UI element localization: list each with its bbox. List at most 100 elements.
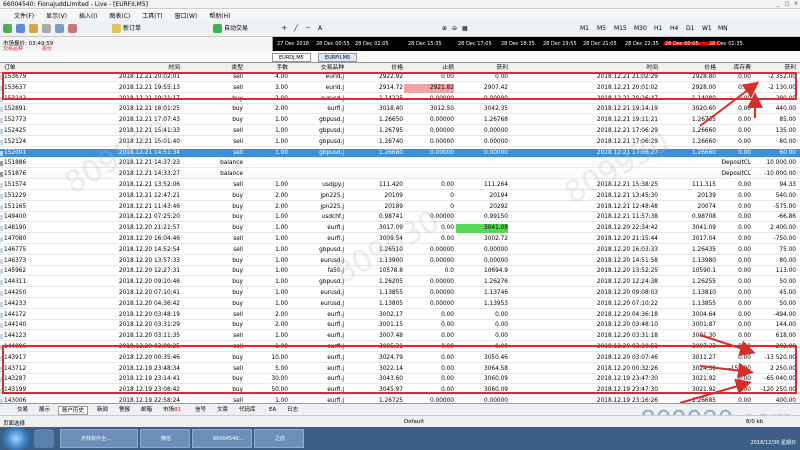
tab-signals[interactable]: 信号 (192, 406, 209, 415)
table-row[interactable]: 143287 2018.12.19 23:14:41 buy 30.00 eurfi.j… (0, 375, 800, 385)
maximize-icon[interactable]: □ (783, 1, 791, 8)
tf-mn[interactable]: MN (718, 23, 728, 34)
market-watch-icon[interactable] (29, 23, 40, 34)
new-chart-icon[interactable] (3, 23, 14, 34)
column-header[interactable]: 手数 (246, 64, 288, 73)
tester-icon[interactable] (68, 23, 79, 34)
table-row[interactable]: 151229 2018.12.21 12:47:21 buy 2.00 jpn225.j… (0, 192, 800, 201)
profiles-icon[interactable] (16, 23, 27, 34)
table-row[interactable]: 144233 2018.12.20 04:36:42 buy 1.00 eurusd.j… (0, 300, 800, 309)
tab-market[interactable]: 市场81 (160, 406, 184, 415)
chart-tab-active[interactable]: EURFII,M5 (318, 53, 358, 62)
tab-code-base[interactable]: 代码库 (236, 406, 259, 415)
tab-news[interactable]: 新闻 (94, 406, 111, 415)
column-header[interactable]: 获利 (456, 64, 508, 73)
column-header[interactable]: 止损 (404, 64, 454, 73)
tab-mailbox[interactable]: 邮箱 (138, 406, 155, 415)
taskbar-app-1[interactable]: 杰林软件全... (60, 429, 138, 448)
tab-exposure[interactable]: 展示 (36, 406, 53, 415)
column-header[interactable]: 交易品种 (292, 64, 344, 73)
taskbar-app-mt4[interactable]: 66004540:... (192, 429, 252, 448)
menu-help[interactable]: 帮助(H) (209, 11, 230, 20)
column-header[interactable]: 类型 (183, 64, 243, 73)
table-row[interactable]: 146775 2018.12.20 14:52:54 sell 1.00 gbpusd.… (0, 246, 800, 255)
zoom-out-icon[interactable]: ⊖ (452, 23, 457, 34)
tf-m5[interactable]: M5 (597, 23, 606, 34)
table-row[interactable]: 143199 2018.12.19 23:08:42 buy 50.00 eurfi.j… (0, 386, 800, 396)
terminal-icon[interactable] (55, 23, 66, 34)
table-row[interactable]: 144172 2018.12.20 03:48:19 sell 2.00 eurfi.j… (0, 311, 800, 320)
table-row[interactable]: 153679 2018.12.21 20:02:01 sell 4.00 eurid.j… (0, 73, 800, 82)
tab-journal[interactable]: 日志 (284, 406, 301, 415)
taskbar-app-wechat[interactable]: 微信 (140, 429, 190, 448)
account-history-table: 订单 时间 类型 手数 交易品种 价格 止损 获利 时间 价格 库存费 获利 153679 2018.1… (0, 63, 800, 406)
menu-window[interactable]: 窗口(W) (175, 11, 198, 20)
table-row[interactable]: 143712 2018.12.19 23:48:34 sell 5.00 eurfi.j… (0, 365, 800, 374)
table-row[interactable]: 143917 2018.12.20 00:35:46 buy 10.00 eurfi.j… (0, 354, 800, 363)
tf-h4[interactable]: H4 (670, 23, 678, 34)
menu-view[interactable]: 显示(V) (46, 11, 67, 20)
table-row[interactable]: 146373 2018.12.20 13:57:33 buy 1.00 eurusd.j… (0, 257, 800, 266)
tf-w1[interactable]: W1 (702, 23, 712, 34)
column-header[interactable]: 获利 (752, 64, 796, 73)
table-row[interactable]: 147080 2018.12.20 16:04:46 sell 1.00 eurfi.j… (0, 235, 800, 244)
menu-insert[interactable]: 插入(I) (79, 11, 97, 20)
table-row[interactable]: 144140 2018.12.20 03:31:29 buy 2.00 eurfi.j 3… (0, 321, 800, 331)
table-cell: eurusd.j (320, 95, 344, 102)
tf-m1[interactable]: M1 (580, 23, 589, 34)
auto-trade-button[interactable]: 自动交易 (213, 23, 248, 34)
minimize-icon[interactable]: _ (774, 1, 782, 8)
table-row[interactable]: 151876 2018.12.21 14:33:27 balance DepositC… (0, 170, 800, 180)
table-row[interactable]: 152425 2018.12.21 15:41:33 sell 1.00 gbpusd.… (0, 127, 800, 136)
menu-tools[interactable]: 工具(T) (142, 11, 162, 20)
table-row[interactable]: 144096 2018.12.20 03:08:25 sell 1.00 eurfi.j… (0, 343, 800, 352)
table-row[interactable]: 152773 2018.12.21 17:07:43 buy 1.00 gbpusd.j… (0, 116, 800, 126)
column-header[interactable]: 时间 (546, 64, 658, 73)
text-tool-icon[interactable]: A (318, 23, 322, 34)
column-header[interactable]: 时间 (60, 64, 180, 73)
table-row[interactable]: 151165 2018.12.21 11:43:46 buy 2.00 jpn225.j… (0, 203, 800, 212)
crosshair-icon[interactable]: ✛ (282, 23, 287, 34)
tab-experts[interactable]: EA (266, 406, 279, 415)
table-row[interactable]: 153243 2018.12.21 19:21:17 buy 2.00 eurusd.j… (0, 95, 800, 104)
taskbar-app-4[interactable]: 之前 (254, 429, 304, 448)
table-row[interactable]: 151886 2018.12.21 14:37:23 balance DepositC… (0, 159, 800, 169)
chart-tab[interactable]: EURDJ,M5 (272, 53, 311, 62)
tf-m15[interactable]: M15 (614, 23, 627, 34)
tf-d1[interactable]: D1 (686, 23, 694, 34)
table-row[interactable]: 148190 2018.12.20 21:21:57 buy 1.00 eurfi.j 3… (0, 224, 800, 234)
hline-tool-icon[interactable]: ─ (306, 23, 310, 34)
new-order-button[interactable]: 新订单 (112, 23, 141, 34)
close-icon[interactable]: × (792, 1, 800, 8)
menu-chart[interactable]: 图表(C) (109, 11, 130, 20)
navigator-icon[interactable] (42, 23, 53, 34)
taskbar-icon[interactable] (34, 429, 54, 448)
column-header[interactable]: 库存费 (717, 64, 751, 73)
tab-account-history[interactable]: 账户历史 (58, 406, 89, 415)
price-chart[interactable]: 27 Dec 2018 28 Dec 00:55 28 Dec 02:05 28… (273, 37, 800, 51)
table-row[interactable]: 144250 2018.12.20 07:10:41 buy 1.00 eurusd.j… (0, 289, 800, 298)
tf-h1[interactable]: H1 (654, 23, 662, 34)
table-row[interactable]: 151574 2018.12.21 13:52:06 sell 1.00 usdjpy.… (0, 181, 800, 190)
start-button[interactable] (2, 427, 30, 450)
zoom-in-icon[interactable]: ⊕ (442, 23, 447, 34)
table-row[interactable]: 152891 2018.12.21 18:01:25 buy 2.00 eurfi.j 3… (0, 105, 800, 115)
table-row[interactable]: 144123 2018.12.20 03:11:35 sell 1.00 eurfi.j… (0, 332, 800, 342)
column-header[interactable]: 价格 (347, 64, 403, 73)
tab-trade[interactable]: 交易 (14, 406, 31, 415)
table-row[interactable]: 152001 2018.12.21 14:51:34 sell 1.00 gbpusd.… (0, 148, 800, 158)
grid-icon[interactable]: ▦ (462, 23, 468, 34)
table-row[interactable]: 144311 2018.12.20 09:10:46 buy 1.00 gbpusd.j… (0, 278, 800, 288)
tf-m30[interactable]: M30 (634, 23, 647, 34)
table-cell: 2018.12.21 15:01:40 (118, 138, 180, 145)
table-row[interactable]: 152124 2018.12.21 15:01:40 sell 1.00 gbpusd.… (0, 138, 800, 147)
table-row[interactable]: 149400 2018.12.21 07:25:20 buy 1.00 usdchf.j… (0, 213, 800, 223)
table-row[interactable]: 153637 2018.12.21 19:55:13 sell 3.00 eurid.j… (0, 83, 800, 93)
column-header[interactable]: 订单 (4, 64, 32, 73)
table-row[interactable]: 145962 2018.12.20 12:27:31 buy 1.00 fa50.j 10… (0, 267, 800, 277)
menu-file[interactable]: 文件(F) (14, 11, 34, 20)
line-tool-icon[interactable]: ╱ (294, 23, 298, 34)
column-header[interactable]: 价格 (660, 64, 716, 73)
tab-alerts[interactable]: 警报 (116, 406, 133, 415)
tab-articles[interactable]: 文章 (214, 406, 231, 415)
